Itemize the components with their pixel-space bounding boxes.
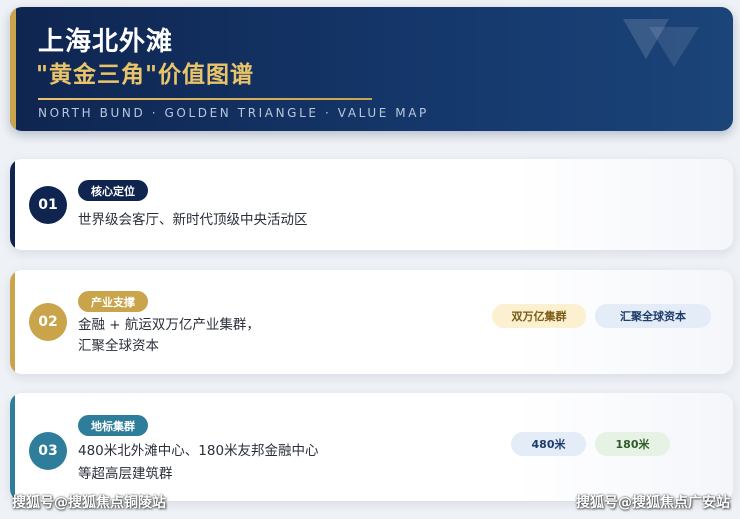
english-subtitle: NORTH BUND · GOLDEN TRIANGLE · VALUE MAP [38, 106, 429, 120]
card-industry-support: 02 产业支撑 金融 + 航运双万亿产业集群， 汇聚全球资本 双万亿集群 汇聚全… [10, 270, 733, 374]
card-number-badge: 01 [29, 186, 67, 224]
feature-pill: 480米 [511, 432, 586, 456]
card-side-bar [10, 159, 15, 250]
card-number-badge: 03 [29, 432, 67, 470]
card-core-positioning: 01 核心定位 世界级会客厅、新时代顶级中央活动区 [10, 159, 733, 250]
header-banner: 上海北外滩 "黄金三角"价值图谱 NORTH BUND · GOLDEN TRI… [10, 7, 733, 131]
watermark-right: 搜狐号@搜狐焦点广安站 [576, 495, 730, 511]
triangle-decoration-icon [623, 19, 699, 67]
card-description: 世界级会客厅、新时代顶级中央活动区 [78, 212, 308, 228]
card-landmark-cluster: 03 地标集群 480米北外滩中心、180米友邦金融中心 等超高层建筑群 480… [10, 393, 733, 501]
card-tag: 核心定位 [78, 180, 148, 201]
title-divider [38, 98, 372, 100]
card-description-line2: 等超高层建筑群 [78, 466, 173, 482]
page-title: 上海北外滩 [38, 27, 174, 57]
card-side-bar [10, 270, 15, 374]
feature-pill: 180米 [595, 432, 670, 456]
feature-pill: 双万亿集群 [492, 304, 586, 328]
card-description-line1: 480米北外滩中心、180米友邦金融中心 [78, 443, 319, 459]
card-tag: 地标集群 [78, 415, 148, 436]
card-side-bar [10, 393, 15, 501]
card-tag: 产业支撑 [78, 291, 148, 312]
watermark-left: 搜狐号@搜狐焦点铜陵站 [12, 495, 166, 511]
header-accent-bar [10, 7, 16, 131]
card-description-line2: 汇聚全球资本 [78, 338, 159, 354]
card-description-line1: 金融 + 航运双万亿产业集群， [78, 317, 260, 333]
feature-pill: 汇聚全球资本 [595, 304, 711, 328]
page-subtitle: "黄金三角"价值图谱 [36, 62, 254, 88]
card-number-badge: 02 [29, 303, 67, 341]
